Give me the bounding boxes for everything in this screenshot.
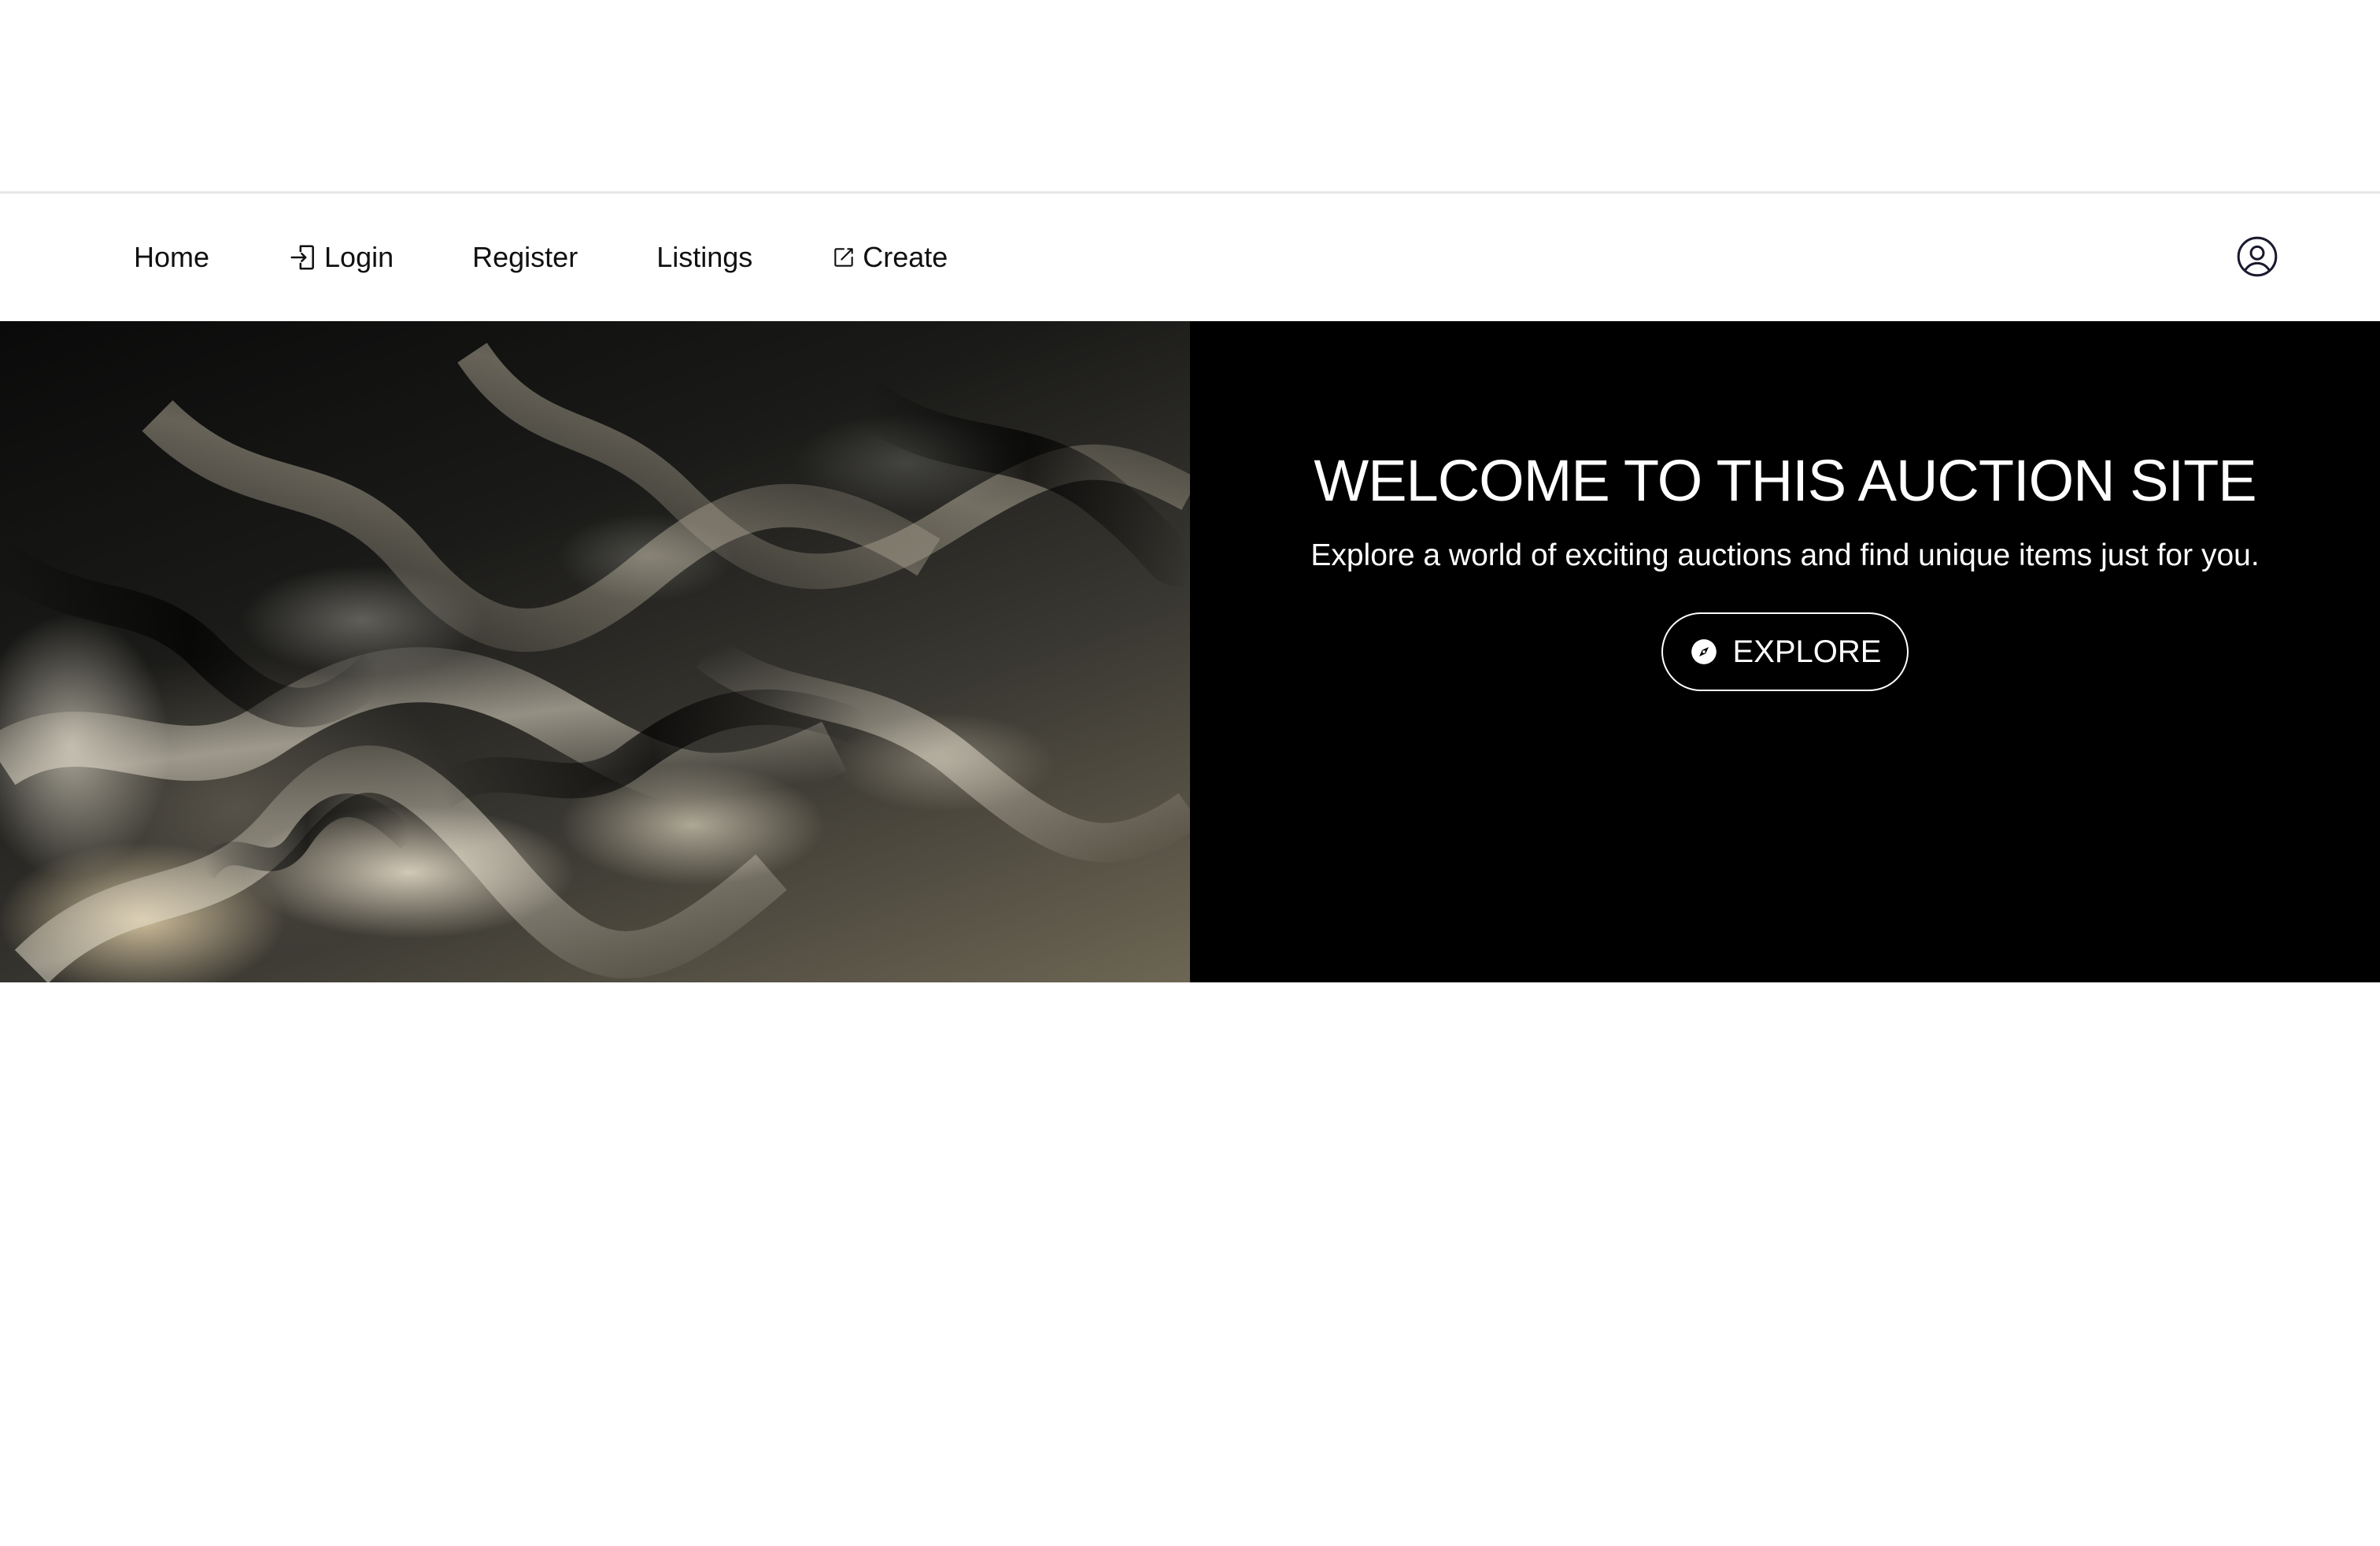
- user-circle-icon[interactable]: [2235, 235, 2279, 279]
- hero-subtitle: Explore a world of exciting auctions and…: [1310, 538, 2260, 572]
- nav-create-label: Create: [863, 241, 948, 273]
- nav-home-label: Home: [134, 241, 210, 273]
- explore-button[interactable]: EXPLORE: [1661, 612, 1909, 691]
- hero-title: WELCOME TO THIS AUCTION SITE: [1314, 448, 2256, 513]
- hero-section: WELCOME TO THIS AUCTION SITE Explore a w…: [0, 321, 2380, 982]
- nav-register-link[interactable]: Register: [472, 241, 578, 274]
- login-icon: [288, 242, 318, 272]
- page: Home Login Register Listings Create WELC…: [0, 0, 2380, 1546]
- explore-button-label: EXPLORE: [1732, 634, 1882, 669]
- nav-listings-label: Listings: [656, 241, 753, 273]
- nav-listings-link[interactable]: Listings: [656, 241, 752, 274]
- edit-icon: [831, 245, 856, 270]
- nav-home-link[interactable]: Home: [134, 241, 209, 274]
- hero-fabric-image: [0, 321, 1190, 982]
- nav-login-link[interactable]: Login: [288, 241, 394, 274]
- top-spacer: [0, 0, 2380, 194]
- nav-create-link[interactable]: Create: [831, 241, 948, 274]
- hero-content: WELCOME TO THIS AUCTION SITE Explore a w…: [1190, 321, 2380, 982]
- nav-register-label: Register: [472, 241, 578, 273]
- compass-icon: [1689, 637, 1719, 667]
- navbar: Home Login Register Listings Create: [0, 194, 2380, 321]
- nav-login-label: Login: [324, 241, 394, 273]
- nav-links: Home Login Register Listings Create: [134, 194, 1026, 321]
